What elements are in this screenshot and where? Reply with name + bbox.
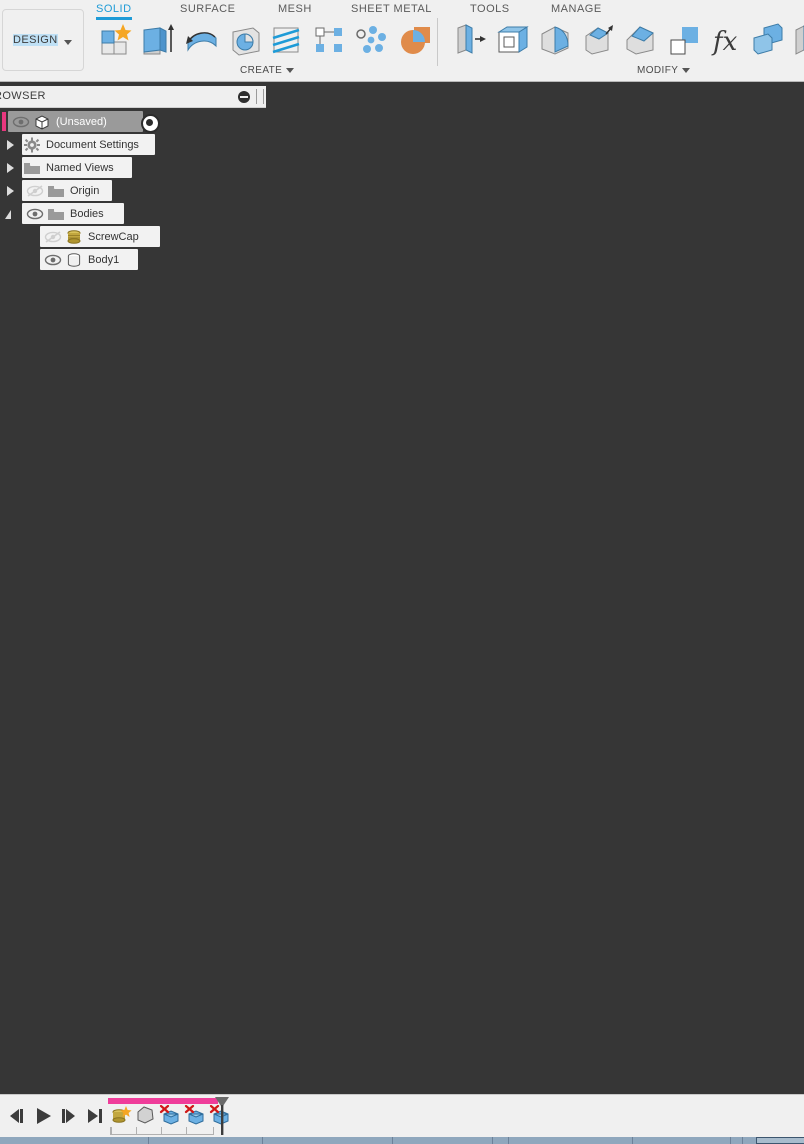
tab-sheet-metal[interactable]: SHEET METAL bbox=[351, 3, 432, 15]
chamfer-icon[interactable] bbox=[578, 20, 618, 60]
tree-node-label: (Unsaved) bbox=[56, 115, 107, 128]
expand-arrow-icon[interactable] bbox=[4, 162, 16, 174]
tree-node-label: Named Views bbox=[46, 161, 114, 174]
step-back-button[interactable] bbox=[6, 1105, 28, 1127]
coil-icon[interactable] bbox=[266, 20, 306, 60]
sweep-icon[interactable] bbox=[225, 20, 265, 60]
panel-divider bbox=[437, 18, 438, 66]
tree-node-document-settings[interactable]: Document Settings bbox=[0, 133, 266, 156]
split-body-icon[interactable] bbox=[790, 20, 804, 60]
collapse-icon[interactable] bbox=[238, 91, 250, 103]
tab-mesh[interactable]: MESH bbox=[278, 3, 312, 15]
visibility-eye-icon[interactable] bbox=[12, 114, 30, 130]
change-parameters-icon[interactable]: fx bbox=[707, 20, 747, 60]
folder-icon bbox=[47, 206, 65, 222]
create-panel-label[interactable]: CREATE bbox=[240, 65, 295, 76]
fusion360-window: DESIGN SOLID SURFACE MESH SHEET METAL TO… bbox=[0, 0, 804, 1144]
timeline-bar bbox=[0, 1094, 804, 1138]
feature-suppressed-2[interactable] bbox=[184, 1104, 206, 1125]
extrude-icon[interactable] bbox=[138, 20, 178, 60]
tab-manage[interactable]: MANAGE bbox=[551, 3, 602, 15]
browser-panel-header: ROWSER bbox=[0, 86, 266, 108]
browser-title: ROWSER bbox=[0, 90, 46, 102]
chevron-down-icon bbox=[682, 67, 691, 73]
play-button[interactable] bbox=[32, 1105, 54, 1127]
body-gold-icon bbox=[65, 229, 83, 245]
model-body bbox=[44, 202, 804, 945]
activate-component-radio[interactable] bbox=[141, 114, 160, 133]
feature-new-component[interactable] bbox=[110, 1105, 132, 1125]
step-forward-button[interactable] bbox=[58, 1105, 80, 1127]
browser-tree: (Unsaved) Document Settings Named Views bbox=[0, 110, 266, 271]
ribbon-toolbar: DESIGN SOLID SURFACE MESH SHEET METAL TO… bbox=[0, 0, 804, 82]
expand-arrow-icon[interactable] bbox=[4, 139, 16, 151]
tab-solid[interactable]: SOLID bbox=[96, 3, 132, 20]
visibility-eye-hidden-icon[interactable] bbox=[26, 183, 44, 199]
expand-arrow-icon[interactable] bbox=[4, 185, 16, 197]
revolve-icon[interactable] bbox=[182, 20, 222, 60]
timeline-end-marker[interactable] bbox=[215, 1097, 229, 1135]
feature-mesh-body[interactable] bbox=[134, 1105, 156, 1125]
folder-icon bbox=[47, 183, 65, 199]
tree-node-label: Body1 bbox=[88, 253, 120, 266]
gear-icon bbox=[23, 137, 41, 153]
tree-node-unsaved[interactable]: (Unsaved) bbox=[0, 110, 266, 133]
tree-node-label: ScrewCap bbox=[88, 230, 139, 243]
mirror-icon[interactable] bbox=[351, 20, 391, 60]
press-pull-icon[interactable] bbox=[450, 20, 490, 60]
workspace-switcher[interactable]: DESIGN bbox=[2, 9, 84, 71]
tree-node-label: Bodies bbox=[70, 207, 104, 220]
feature-suppressed-1[interactable] bbox=[159, 1104, 181, 1125]
workspace-label: DESIGN bbox=[13, 34, 58, 46]
grip-handle-icon[interactable] bbox=[256, 89, 264, 104]
tab-surface[interactable]: SURFACE bbox=[180, 3, 235, 15]
go-to-end-button[interactable] bbox=[84, 1105, 106, 1127]
tree-node-screwcap[interactable]: ScrewCap bbox=[0, 225, 266, 248]
timeline-progress-bar[interactable] bbox=[108, 1098, 218, 1104]
new-component-icon[interactable] bbox=[96, 20, 136, 60]
collapse-arrow-icon[interactable] bbox=[4, 208, 16, 220]
pattern-icon[interactable] bbox=[309, 20, 349, 60]
tree-node-body1[interactable]: Body1 bbox=[0, 248, 266, 271]
fillet-icon[interactable] bbox=[535, 20, 575, 60]
tree-node-label: Origin bbox=[70, 184, 100, 197]
document-cube-icon bbox=[33, 114, 51, 130]
active-document-marker bbox=[2, 112, 6, 131]
visibility-eye-hidden-icon[interactable] bbox=[44, 229, 62, 245]
status-strip bbox=[0, 1137, 804, 1144]
shell-icon[interactable] bbox=[493, 20, 533, 60]
align-icon[interactable] bbox=[748, 20, 788, 60]
tab-tools[interactable]: TOOLS bbox=[470, 3, 510, 15]
svg-text:fx: fx bbox=[711, 27, 738, 57]
tree-node-bodies[interactable]: Bodies bbox=[0, 202, 266, 225]
chevron-down-icon bbox=[64, 40, 72, 45]
modify-panel-label[interactable]: MODIFY bbox=[637, 65, 691, 76]
tree-node-named-views[interactable]: Named Views bbox=[0, 156, 266, 179]
timeline-tick-track bbox=[110, 1127, 214, 1135]
body-white-icon bbox=[65, 252, 83, 268]
chevron-down-icon bbox=[286, 67, 295, 73]
visibility-eye-icon[interactable] bbox=[26, 206, 44, 222]
timeline-track-wrap[interactable] bbox=[108, 1097, 229, 1137]
tree-node-label: Document Settings bbox=[46, 138, 139, 151]
visibility-eye-icon[interactable] bbox=[44, 252, 62, 268]
scale-icon[interactable] bbox=[664, 20, 704, 60]
folder-icon bbox=[23, 160, 41, 176]
draft-icon[interactable] bbox=[620, 20, 660, 60]
combine-icon[interactable] bbox=[396, 20, 436, 60]
tree-node-origin[interactable]: Origin bbox=[0, 179, 266, 202]
